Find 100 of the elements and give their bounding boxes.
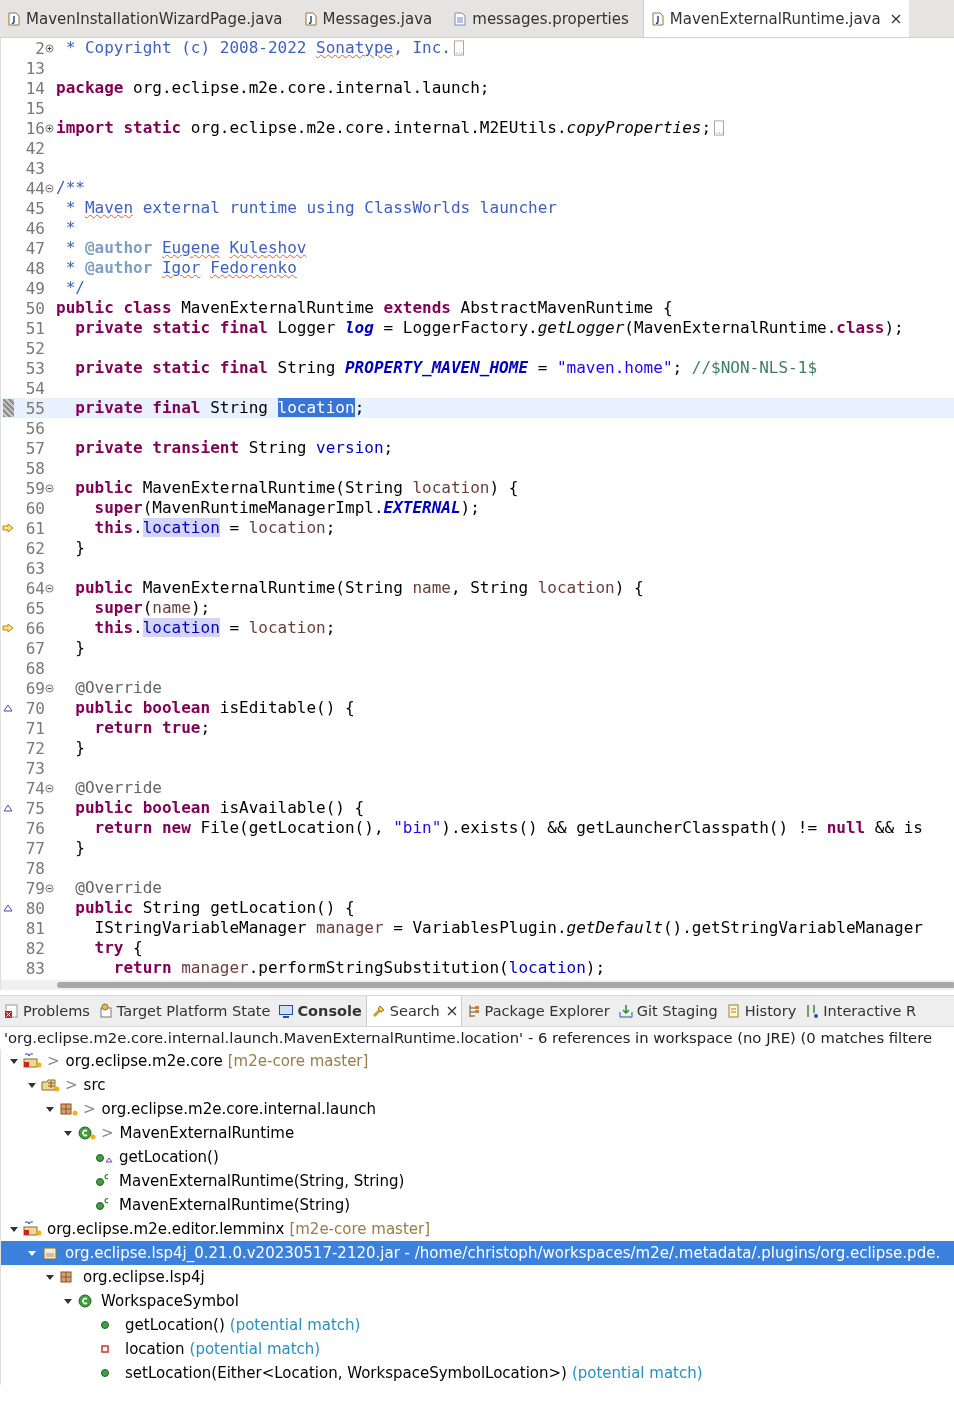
tree-row[interactable]: location (potential match): [1, 1337, 954, 1361]
code-line: public boolean isAvailable() {: [74, 798, 365, 818]
line-number: 47: [24, 238, 45, 258]
editor-tab[interactable]: Messages.java: [296, 0, 447, 37]
close-icon[interactable]: [890, 13, 901, 24]
expand-fold-icon[interactable]: [45, 43, 54, 53]
collapse-fold-icon[interactable]: [45, 583, 54, 593]
tree-item-label: location: [125, 1340, 185, 1358]
field-icon: [101, 1345, 109, 1353]
code-line: * @author Igor Fedorenko: [64, 258, 297, 278]
line-number: 2: [34, 38, 45, 58]
line-number: 42: [24, 138, 45, 158]
tree-item-label: src: [83, 1076, 106, 1094]
collapse-fold-icon[interactable]: [45, 483, 54, 493]
dirty-marker: >: [47, 1052, 60, 1070]
line-number: 58: [24, 458, 45, 478]
code-line: return true;: [93, 718, 211, 738]
code-line: }: [74, 638, 85, 658]
tree-row[interactable]: WorkspaceSymbol: [1, 1289, 954, 1313]
tree-row[interactable]: setLocation(Either<Location, WorkspaceSymbolLocation>) (potential match): [1, 1361, 954, 1385]
tree-row[interactable]: getLocation() (potential match): [1, 1313, 954, 1337]
arrow-icon: [2, 523, 14, 533]
code-line: this.location = location;: [93, 618, 336, 638]
collapse-arrow-icon[interactable]: [27, 1080, 37, 1090]
match-note: (potential match): [229, 1316, 361, 1334]
project-icon: [23, 1053, 43, 1069]
collapse-arrow-icon[interactable]: [45, 1104, 55, 1114]
tree-row[interactable]: > MavenExternalRuntime: [1, 1121, 954, 1145]
view-tab[interactable]: Target Platform State: [93, 996, 275, 1026]
search-summary: 'org.eclipse.m2e.core.internal.launch.MavenExternalRuntime.location' - 6 references in workspace (no JRE) (0 matches filtere: [3, 1028, 933, 1048]
line-number: 82: [24, 938, 45, 958]
tree-row[interactable]: > src: [1, 1073, 954, 1097]
tree-row[interactable]: getLocation(): [1, 1145, 954, 1169]
line-number: 67: [24, 638, 45, 658]
tree-row[interactable]: > org.eclipse.m2e.core.internal.launch: [1, 1097, 954, 1121]
code-line: @Override: [74, 678, 162, 698]
tree-item-label: getLocation(): [125, 1316, 225, 1334]
target-view-icon: [97, 1003, 114, 1019]
close-icon[interactable]: [446, 1006, 457, 1016]
code-line: super(name);: [93, 598, 211, 618]
dirty-marker: >: [83, 1100, 96, 1118]
tree-item-label: WorkspaceSymbol: [101, 1292, 239, 1310]
line-number: 71: [24, 718, 45, 738]
collapse-arrow-icon[interactable]: [63, 1296, 73, 1306]
code-line: return manager.performStringSubstitution(location);: [112, 958, 606, 978]
collapse-arrow-icon[interactable]: [9, 1056, 19, 1066]
collapse-arrow-icon[interactable]: [45, 1272, 55, 1282]
code-line: @Override: [74, 878, 162, 898]
line-number: 16: [24, 118, 45, 138]
line-number: 81: [24, 918, 45, 938]
horizontal-scrollbar[interactable]: [1, 980, 954, 990]
tree-item-label: org.eclipse.m2e.editor.lemminx: [47, 1220, 285, 1238]
tree-row[interactable]: org.eclipse.lsp4j_0.21.0.v20230517-2120.jar - /home/christoph/workspaces/m2e/.metadata/.plugins/org.eclipse.pde.: [1, 1241, 954, 1265]
collapse-fold-icon[interactable]: [45, 183, 54, 193]
tree-row[interactable]: MavenExternalRuntime(String, String): [1, 1169, 954, 1193]
tree-item-label: setLocation(Either<Location, WorkspaceSymbolLocation>): [125, 1364, 567, 1382]
collapse-fold-icon[interactable]: [45, 683, 54, 693]
match-note: (potential match): [571, 1364, 703, 1382]
collapse-fold-icon[interactable]: [45, 883, 54, 893]
line-number: 45: [24, 198, 45, 218]
line-number: 14: [24, 78, 45, 98]
tree-row[interactable]: org.eclipse.m2e.editor.lemminx [m2e-core master]: [1, 1217, 954, 1241]
line-number: 61: [24, 518, 45, 538]
git-staging-view-icon: [617, 1003, 634, 1019]
arrow-icon: [2, 623, 14, 633]
view-tab[interactable]: Git Staging: [613, 996, 722, 1026]
line-number: 56: [24, 418, 45, 438]
line-number: 55: [24, 398, 45, 418]
editor-tab[interactable]: MavenExternalRuntime.java: [642, 0, 909, 37]
line-number: 44: [24, 178, 45, 198]
tree-row[interactable]: org.eclipse.lsp4j: [1, 1265, 954, 1289]
project-icon: [23, 1221, 43, 1237]
code-line: * Maven external runtime using ClassWorlds launcher: [64, 198, 557, 218]
collapse-fold-icon[interactable]: [45, 783, 54, 793]
view-tab[interactable]: Search: [365, 996, 462, 1026]
view-tab[interactable]: Problems: [0, 996, 94, 1026]
tree-row[interactable]: > org.eclipse.m2e.core [m2e-core master]: [1, 1049, 954, 1073]
editor-tab[interactable]: messages.properties: [446, 0, 643, 37]
view-tab[interactable]: Interactive R: [800, 996, 921, 1026]
collapse-arrow-icon[interactable]: [9, 1224, 19, 1234]
search-view-icon: [370, 1003, 387, 1019]
line-number: 59: [24, 478, 45, 498]
line-number: 72: [24, 738, 45, 758]
tree-row[interactable]: MavenExternalRuntime(String): [1, 1193, 954, 1217]
line-number: 76: [24, 818, 45, 838]
collapse-arrow-icon[interactable]: [63, 1128, 73, 1138]
view-tab[interactable]: History: [721, 996, 801, 1026]
view-tab[interactable]: Console: [274, 996, 366, 1026]
expand-fold-icon[interactable]: [45, 123, 54, 133]
line-number: 79: [24, 878, 45, 898]
view-tab[interactable]: Package Explorer: [461, 996, 614, 1026]
console-view-icon: [278, 1003, 295, 1019]
line-number: 60: [24, 498, 45, 518]
line-number: 64: [24, 578, 45, 598]
editor-tab[interactable]: MavenInstallationWizardPage.java: [0, 0, 297, 37]
code-line: }: [74, 538, 85, 558]
line-number: 77: [24, 838, 45, 858]
code-line: return new File(getLocation(), "bin").exists() && getLauncherClasspath() != null && is: [93, 818, 923, 838]
line-number: 74: [24, 778, 45, 798]
line-number: 48: [24, 258, 45, 278]
